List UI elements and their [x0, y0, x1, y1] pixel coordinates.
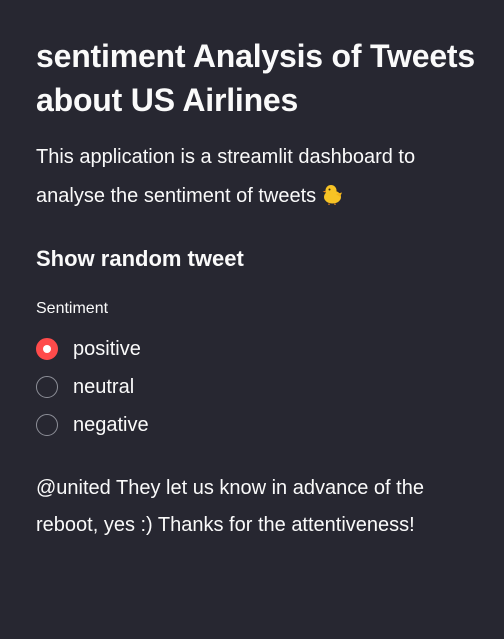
radio-option-label[interactable]: neutral	[73, 375, 134, 399]
section-heading: Show random tweet	[36, 246, 244, 271]
hatching-chick-icon	[322, 185, 343, 205]
intro-text: This application is a streamlit dashboar…	[36, 146, 416, 207]
radio-option-label[interactable]: positive	[73, 337, 141, 361]
radio-button-icon[interactable]	[36, 338, 58, 360]
radio-option-label[interactable]: negative	[73, 413, 149, 437]
radio-option-neutral[interactable]: neutral	[36, 368, 476, 406]
radio-options: positive neutral negative	[36, 330, 476, 444]
radio-button-icon[interactable]	[36, 376, 58, 398]
main-content: sentiment Analysis of Tweets about US Ai…	[36, 34, 476, 544]
sentiment-radio-group: Sentiment positive neutral negative	[36, 298, 476, 444]
radio-button-icon[interactable]	[36, 414, 58, 436]
sentiment-label: Sentiment	[36, 300, 109, 317]
random-tweet-text: @united They let us know in advance of t…	[36, 477, 424, 536]
page-title: sentiment Analysis of Tweets about US Ai…	[36, 38, 475, 118]
radio-option-negative[interactable]: negative	[36, 406, 476, 444]
radio-option-positive[interactable]: positive	[36, 330, 476, 368]
intro-paragraph: This application is a streamlit dashboar…	[36, 138, 476, 216]
